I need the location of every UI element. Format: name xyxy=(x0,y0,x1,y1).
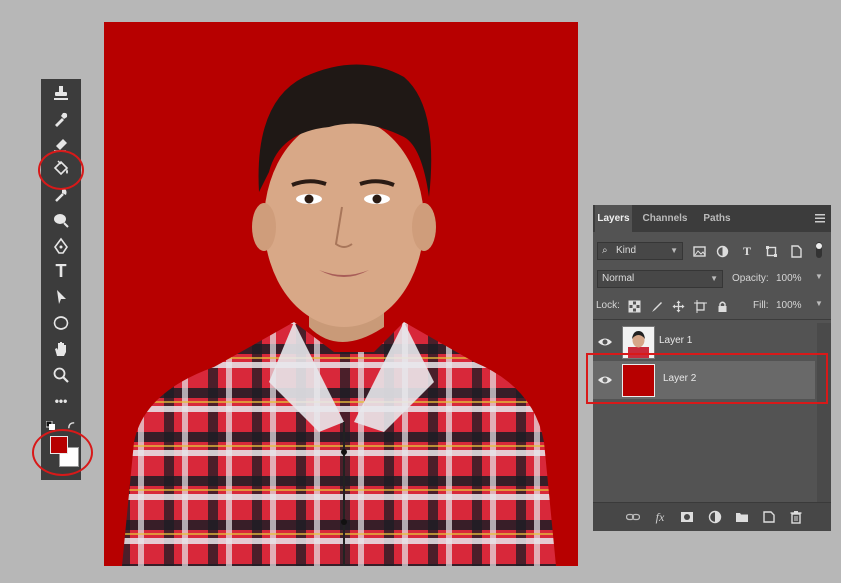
layer-name: Layer 1 xyxy=(659,335,693,346)
lock-pixels-brush-icon[interactable] xyxy=(648,298,664,314)
smart-object-filter-icon[interactable] xyxy=(788,243,804,259)
clone-stamp-icon[interactable] xyxy=(49,82,73,104)
custom-shape-icon[interactable] xyxy=(49,312,73,334)
lock-transparent-icon[interactable] xyxy=(626,298,642,314)
filter-kind-label: Kind xyxy=(616,245,637,256)
swap-colors-icon[interactable] xyxy=(67,421,76,430)
visibility-eye-icon[interactable] xyxy=(597,334,613,350)
blend-mode-dropdown[interactable]: Normal ▼ xyxy=(597,270,723,288)
paint-bucket-icon[interactable] xyxy=(49,157,73,179)
blend-row: Normal ▼ Opacity: 100% ▼ xyxy=(593,270,831,288)
layers-panel: Layers Channels Paths ⌕ Kind ▼ T Normal … xyxy=(593,205,831,531)
layers-bottom-bar: fx xyxy=(593,502,831,531)
hand-icon[interactable] xyxy=(49,338,73,360)
lock-position-move-icon[interactable] xyxy=(670,298,686,314)
layer-thumbnail xyxy=(622,326,655,359)
dodge-icon[interactable] xyxy=(49,209,73,231)
type-filter-icon[interactable]: T xyxy=(739,243,755,259)
filter-row: ⌕ Kind ▼ T xyxy=(593,242,831,260)
search-icon: ⌕ xyxy=(602,245,608,256)
opacity-label: Opacity: xyxy=(732,273,769,284)
layer-row-layer-2[interactable]: Layer 2 xyxy=(593,361,815,399)
add-mask-icon[interactable] xyxy=(678,508,696,526)
divider xyxy=(593,319,831,320)
lock-row: Lock: Fill: 100% ▼ xyxy=(593,297,831,315)
default-colors-icon[interactable] xyxy=(46,421,56,431)
adjustment-filter-icon[interactable] xyxy=(714,243,730,259)
smudge-icon[interactable] xyxy=(49,183,73,205)
history-brush-icon[interactable] xyxy=(49,108,73,130)
chevron-down-icon: ▼ xyxy=(710,274,718,283)
foreground-color-swatch[interactable] xyxy=(50,436,68,454)
panel-tabs: Layers Channels Paths xyxy=(593,205,831,232)
layer-thumbnail xyxy=(622,364,655,397)
blend-mode-value: Normal xyxy=(602,273,635,284)
zoom-icon[interactable] xyxy=(49,364,73,386)
chevron-down-icon[interactable]: ▼ xyxy=(815,299,823,308)
type-icon[interactable]: T xyxy=(49,260,73,282)
chevron-down-icon[interactable]: ▼ xyxy=(815,272,823,281)
eraser-icon[interactable] xyxy=(49,132,73,154)
filter-kind-dropdown[interactable]: ⌕ Kind ▼ xyxy=(597,242,683,260)
tools-panel: T ••• xyxy=(41,79,81,480)
shape-filter-icon[interactable] xyxy=(763,243,779,259)
tab-channels[interactable]: Channels xyxy=(637,205,693,232)
layers-scrollbar[interactable] xyxy=(817,323,831,502)
chevron-down-icon: ▼ xyxy=(670,246,678,255)
more-tools-glyph: ••• xyxy=(54,394,68,408)
opacity-value[interactable]: 100% xyxy=(776,271,802,287)
fx-icon[interactable]: fx xyxy=(651,508,669,526)
panel-menu-icon[interactable] xyxy=(815,214,825,223)
more-tools-icon[interactable]: ••• xyxy=(49,390,73,412)
lock-artboard-icon[interactable] xyxy=(692,298,708,314)
type-glyph: T xyxy=(55,261,67,281)
trash-icon[interactable] xyxy=(787,508,805,526)
new-group-icon[interactable] xyxy=(733,508,751,526)
adjustment-layer-icon[interactable] xyxy=(706,508,724,526)
tab-paths[interactable]: Paths xyxy=(697,205,737,232)
fill-value[interactable]: 100% xyxy=(776,298,802,314)
path-selection-icon[interactable] xyxy=(49,286,73,308)
lock-label: Lock: xyxy=(596,300,620,311)
portrait-photo xyxy=(104,22,578,566)
fill-label: Fill: xyxy=(753,300,769,311)
pixel-filter-icon[interactable] xyxy=(691,243,707,259)
lock-all-icon[interactable] xyxy=(714,298,730,314)
pen-icon[interactable] xyxy=(49,235,73,257)
filter-toggle[interactable] xyxy=(815,242,823,258)
image-canvas[interactable] xyxy=(104,22,578,566)
new-layer-icon[interactable] xyxy=(760,508,778,526)
visibility-eye-icon[interactable] xyxy=(597,372,613,388)
tab-layers[interactable]: Layers xyxy=(595,205,632,232)
layer-row-layer-1[interactable]: Layer 1 xyxy=(593,323,815,361)
color-swatches xyxy=(45,421,79,471)
layer-name: Layer 2 xyxy=(663,373,697,384)
link-icon[interactable] xyxy=(624,508,642,526)
